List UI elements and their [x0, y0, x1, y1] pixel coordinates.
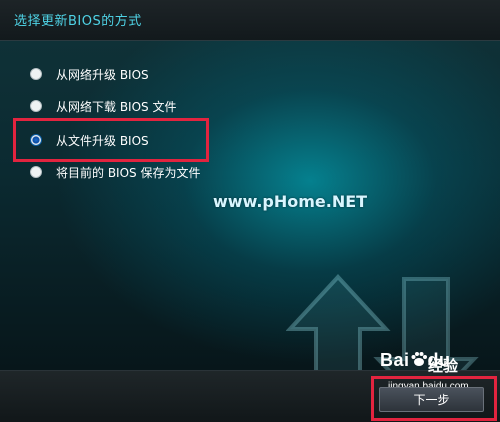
- watermark-text: www.pHome.NET: [213, 192, 368, 211]
- option-network-download[interactable]: 从网络下载 BIOS 文件: [30, 95, 176, 117]
- paw-icon: [411, 352, 427, 366]
- bios-update-dialog: 选择更新BIOS的方式 从网络升级 BIOS 从网络下载 BIOS 文件 从文件…: [0, 0, 500, 422]
- option-save-bios[interactable]: 将目前的 BIOS 保存为文件: [30, 161, 200, 183]
- radio-button[interactable]: [30, 68, 42, 80]
- title-bar: 选择更新BIOS的方式: [0, 0, 500, 41]
- radio-button[interactable]: [30, 166, 42, 178]
- radio-button[interactable]: [30, 100, 42, 112]
- option-network-upgrade[interactable]: 从网络升级 BIOS: [30, 63, 149, 85]
- baidu-logo-bai: Bai: [380, 350, 410, 370]
- baidu-jingyan-label: 经验: [428, 357, 459, 375]
- dialog-title: 选择更新BIOS的方式: [14, 14, 142, 29]
- selected-option-annotation: [13, 118, 209, 162]
- next-button-annotation: [371, 376, 497, 421]
- option-label: 从网络下载 BIOS 文件: [56, 99, 177, 114]
- option-label: 从网络升级 BIOS: [56, 67, 149, 82]
- option-label: 将目前的 BIOS 保存为文件: [56, 165, 201, 180]
